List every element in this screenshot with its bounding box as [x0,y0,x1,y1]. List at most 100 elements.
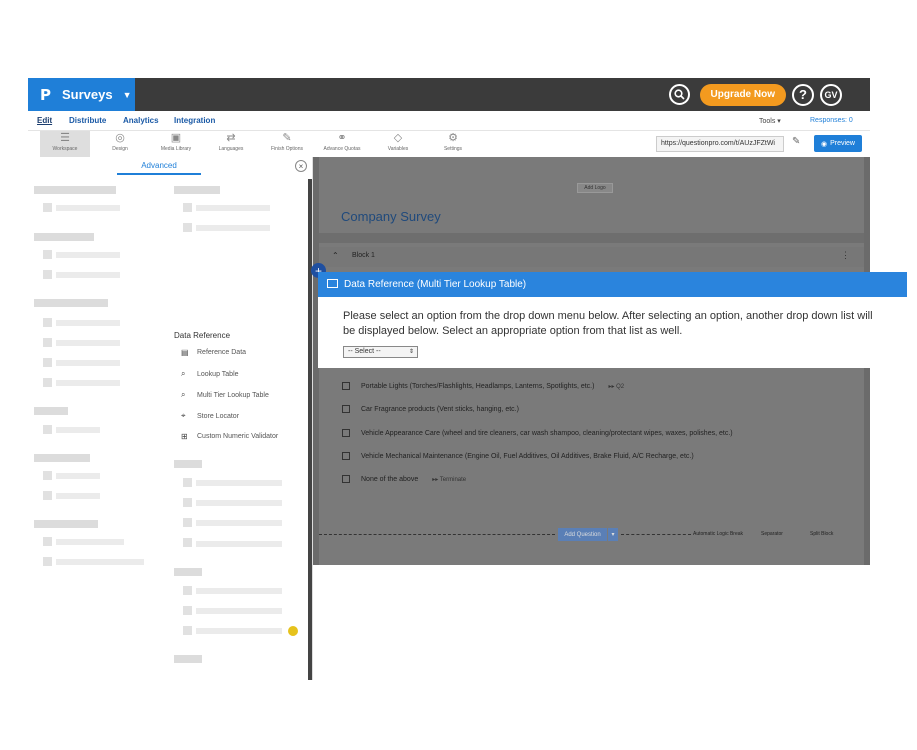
placeholder-line [196,480,282,486]
editor-toolbar: ☰ Workspace ◎ Design ▣ Media Library ⇄ L… [28,131,870,157]
checkbox[interactable] [342,475,350,483]
tab-integration[interactable]: Integration [174,116,215,125]
logic-indicator: ▸▸ Q2 [608,383,625,390]
help-icon[interactable]: ? [792,83,814,106]
placeholder-heading [34,520,98,528]
placeholder-line [56,340,120,346]
quota-icon: ⚭ [337,132,347,144]
toolbar-design[interactable]: ◎ Design [95,131,145,157]
placeholder-icon [43,250,52,259]
panel-tab-advanced[interactable]: Advanced [117,157,201,175]
search-icon[interactable] [668,84,690,105]
block-name[interactable]: Block 1 [352,252,375,259]
placeholder-line [196,205,270,211]
survey-title[interactable]: Company Survey [341,209,441,224]
eye-icon: ◉ [820,140,828,148]
data-reference-heading: Data Reference [174,331,231,340]
upgrade-now-button[interactable]: Upgrade Now [699,83,786,106]
answer-option[interactable]: Vehicle Appearance Care (wheel and tire … [342,429,733,437]
placeholder-heading [174,186,220,194]
responses-link[interactable]: Responses: 0 [810,117,853,124]
checkbox[interactable] [342,405,350,413]
user-avatar[interactable]: GV [820,83,842,106]
pencil-icon[interactable]: ✎ [792,136,800,147]
question-type-label: Lookup Table [197,370,239,378]
placeholder-heading [34,454,90,462]
answer-option[interactable]: None of the above ▸▸ Terminate [342,475,466,483]
product-switcher[interactable]: P Surveys ▼ [28,78,135,111]
question-type-label: Custom Numeric Validator [197,433,279,440]
placeholder-icon [183,223,192,232]
block-header: ⌃ Block 1 ⋮ [319,247,864,267]
toolbar-label: Settings [443,146,463,152]
select-arrows-icon: ⇕ [408,349,414,355]
automatic-logic-break-link[interactable]: Automatic Logic Break [693,531,743,537]
placeholder-line [56,272,120,278]
collapse-icon[interactable]: ⌃ [332,251,339,260]
add-question-button[interactable]: Add Question [558,528,607,541]
question-type-store-locator[interactable]: ⌖ Store Locator [181,411,239,421]
toolbar-finish-options[interactable]: ✎ Finish Options [262,131,312,157]
checkbox[interactable] [342,429,350,437]
more-options-icon[interactable]: ⋮ [841,250,850,261]
placeholder-icon [183,586,192,595]
option-select[interactable]: -- Select -- ⇕ [343,346,418,358]
question-type-multi-tier-lookup-table[interactable]: ⌕ Multi Tier Lookup Table [181,390,269,400]
placeholder-line [196,500,282,506]
placeholder-icon [43,358,52,367]
placeholder-heading [34,407,68,415]
answer-option[interactable]: Vehicle Mechanical Maintenance (Engine O… [342,452,694,460]
placeholder-heading [174,460,202,468]
top-bar: P Surveys ▼ Upgrade Now ? GV [28,78,870,111]
placeholder-icon [43,425,52,434]
question-type-lookup-table[interactable]: ⌕ Lookup Table [181,369,239,379]
placeholder-icon [43,338,52,347]
toolbar-label: Media Library [160,146,192,152]
placeholder-heading [34,299,108,307]
split-block-link[interactable]: Split Block [810,531,833,537]
placeholder-line [56,380,120,386]
workspace-icon: ☰ [60,132,70,144]
option-select-value: -- Select -- [348,348,381,355]
checkbox[interactable] [342,452,350,460]
toolbar-media-library[interactable]: ▣ Media Library [151,131,201,157]
separator-link[interactable]: Separator [761,531,783,537]
toolbar-label: Finish Options [271,146,303,152]
add-logo-button[interactable]: Add Logo [577,183,613,193]
toolbar-variables[interactable]: ◇ Variables [373,131,423,157]
palette-icon: ◎ [115,132,125,144]
preview-title: Data Reference (Multi Tier Lookup Table) [344,279,527,290]
add-question-dropdown-icon[interactable]: ▾ [608,528,618,541]
question-type-label: Store Locator [197,412,240,420]
toolbar-settings[interactable]: ⚙ Settings [428,131,478,157]
placeholder-heading [34,233,94,241]
placeholder-heading [34,186,116,194]
answer-option[interactable]: Car Fragrance products (Vent sticks, han… [342,405,519,413]
dashed-separator [621,534,691,535]
tab-analytics[interactable]: Analytics [123,116,159,125]
placeholder-line [196,520,282,526]
answer-option-label: None of the above [361,475,419,483]
checkbox[interactable] [342,382,350,390]
answer-option[interactable]: Portable Lights (Torches/Flashlights, He… [342,382,624,390]
toolbar-languages[interactable]: ⇄ Languages [206,131,256,157]
question-type-label: Reference Data [197,349,247,356]
answer-option-label: Vehicle Appearance Care (wheel and tire … [361,429,733,437]
toolbar-label: Advance Quotas [323,146,361,152]
toolbar-workspace[interactable]: ☰ Workspace [40,131,90,157]
tab-edit[interactable]: Edit [37,116,52,125]
caret-down-icon: ▼ [122,89,132,100]
preview-button[interactable]: ◉ Preview [814,135,862,152]
placeholder-line [56,539,124,545]
logic-indicator: ▸▸ Terminate [432,476,467,483]
question-type-reference-data[interactable]: ▤ Reference Data [181,348,246,357]
toolbar-advance-quotas[interactable]: ⚭ Advance Quotas [317,131,367,157]
tab-distribute[interactable]: Distribute [69,116,106,125]
question-type-custom-numeric-validator[interactable]: ⊞ Custom Numeric Validator [181,432,278,441]
tools-dropdown[interactable]: Tools ▾ [759,117,781,125]
question-type-panel: Advanced × Data Reference ▤ Reference Da… [28,157,313,680]
placeholder-line [56,205,120,211]
survey-url-field[interactable]: https://questionpro.com/t/AUzJFZtWi [656,136,784,152]
close-panel-icon[interactable]: × [295,160,307,172]
panel-scrollbar[interactable] [308,179,312,680]
